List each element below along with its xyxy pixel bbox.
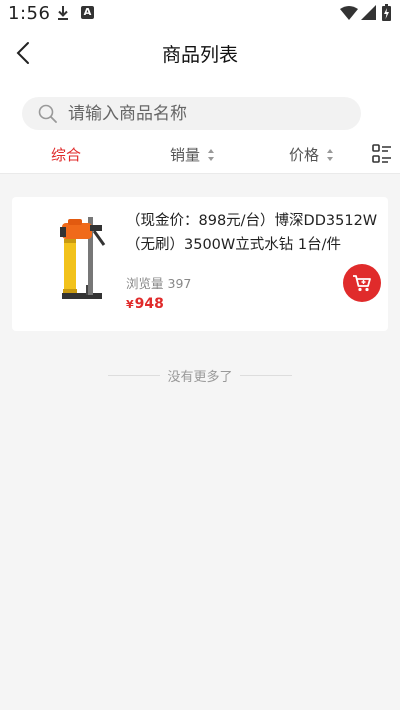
sort-tab-sales[interactable]: 销量 [170,144,215,166]
search-bar [0,78,400,138]
divider [240,375,292,376]
list-end-hint: 没有更多了 [167,370,233,385]
sort-tab-price[interactable]: 价格 [289,144,334,166]
product-price: ¥948 [126,296,164,312]
sort-bar: 综合 销量 价格 [0,138,400,174]
sort-tab-label: 价格 [289,146,320,164]
status-time: 1:56 [8,3,51,24]
wifi-icon [340,6,358,20]
cart-icon [353,275,371,292]
search-input[interactable] [68,97,348,130]
product-views: 浏览量 397 [126,273,191,292]
search-icon [38,104,57,123]
page-title: 商品列表 [161,44,238,66]
status-bar: 1:56 A [0,0,400,28]
app-header: 商品列表 [0,28,400,78]
views-count: 397 [167,276,192,291]
sort-arrows-icon [207,148,214,161]
currency-symbol: ¥ [126,298,134,311]
sort-tab-label: 综合 [51,146,82,164]
price-value: 948 [134,296,164,312]
product-name: （现金价：898元/台）博深DD3512W（无刷）3500W立式水钻 1台/件 [126,213,378,253]
app-notification-icon: A [81,6,94,19]
view-mode-toggle-icon[interactable] [371,143,393,165]
search-box[interactable] [22,97,361,130]
cell-signal-icon [361,5,376,20]
views-label: 浏览量 [126,276,164,291]
sort-tab-comprehensive[interactable]: 综合 [51,144,81,166]
product-card[interactable]: （现金价：898元/台）博深DD3512W（无刷）3500W立式水钻 1台/件 … [12,197,388,331]
download-icon [58,6,68,20]
sort-arrows-icon [326,148,333,161]
battery-charging-icon [382,4,391,21]
product-image [60,217,106,299]
sort-tab-label: 销量 [170,146,201,164]
add-to-cart-button[interactable] [343,264,381,302]
